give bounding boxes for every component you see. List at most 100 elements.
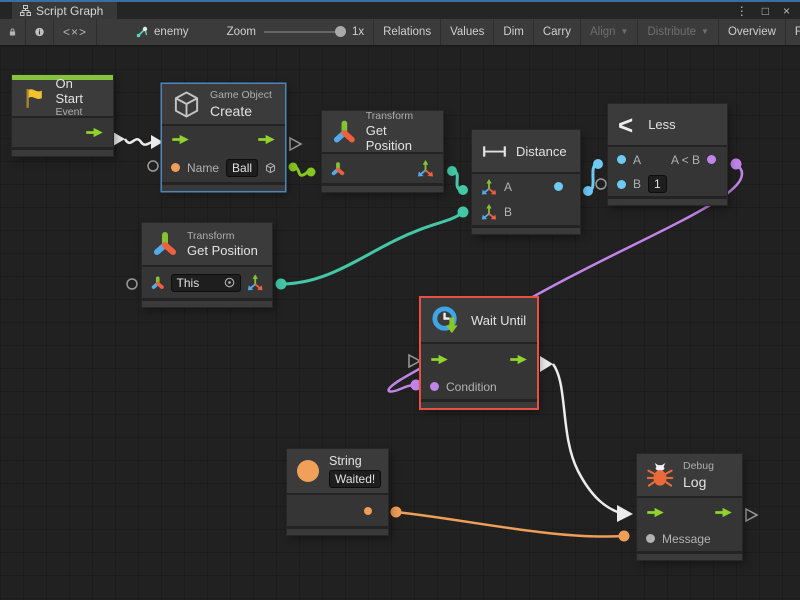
string-output-port[interactable]: [364, 507, 372, 515]
wire-flow-onstart-create[interactable]: [113, 132, 163, 149]
bool-output-port[interactable]: [707, 155, 716, 164]
empty-port-triangle[interactable]: [746, 509, 757, 521]
port-label: Message: [662, 532, 711, 546]
node-get-position-top[interactable]: Transform Get Position: [322, 111, 443, 192]
node-distance[interactable]: Distance A B: [472, 130, 580, 234]
transform-input-port[interactable]: [331, 162, 345, 176]
wire-object-create-getposition[interactable]: [289, 163, 316, 177]
empty-port-triangle[interactable]: [290, 138, 301, 150]
less-icon: <: [618, 112, 633, 138]
carry-button[interactable]: Carry: [534, 19, 581, 45]
vector3-input-port[interactable]: [481, 204, 497, 220]
wire-string-string-debuglog[interactable]: [391, 507, 630, 542]
info-icon: [35, 25, 44, 39]
menu-icon[interactable]: ⋮: [736, 4, 748, 18]
exec-output-port[interactable]: [509, 354, 528, 365]
graph-reference[interactable]: enemy: [125, 19, 198, 45]
exec-input-port[interactable]: [171, 134, 190, 145]
wire-flow-waituntil-debuglog[interactable]: [540, 356, 633, 522]
target-value-field[interactable]: This: [171, 274, 241, 292]
zoom-label: Zoom: [227, 26, 256, 38]
transform-icon: [152, 231, 178, 257]
node-footer: [637, 551, 742, 560]
port-label: Name: [187, 161, 219, 175]
vector3-input-port[interactable]: [481, 179, 497, 195]
code-view-button[interactable]: <×>: [54, 19, 97, 45]
dim-button[interactable]: Dim: [494, 19, 533, 45]
node-category: Transform: [366, 110, 433, 124]
info-button[interactable]: [26, 19, 54, 45]
object-picker-icon[interactable]: [224, 277, 235, 288]
overview-button[interactable]: Overview: [719, 19, 786, 45]
align-button[interactable]: Align▼: [581, 19, 639, 45]
tab-bar: Script Graph ⋮ □ ×: [0, 2, 800, 19]
distribute-button[interactable]: Distribute ▼: [638, 19, 719, 45]
dim-label: Dim: [503, 26, 523, 38]
empty-port-circle[interactable]: [596, 179, 606, 189]
overview-label: Overview: [728, 26, 776, 38]
transform-input-port[interactable]: [151, 276, 165, 290]
vector3-output-port[interactable]: [247, 274, 263, 291]
message-input-port[interactable]: [646, 534, 655, 543]
node-title: Get Position: [366, 123, 433, 153]
node-debug-log[interactable]: Debug Log Message: [637, 454, 742, 560]
chevron-down-icon: ▼: [701, 27, 709, 36]
node-footer: [421, 399, 537, 408]
zoom-slider[interactable]: [264, 31, 342, 33]
number-input-port[interactable]: [617, 180, 626, 189]
graph-canvas[interactable]: On Start Event Game Object Creat: [0, 46, 800, 600]
node-string-literal[interactable]: String Waited!: [287, 449, 388, 535]
cube-icon: [265, 160, 276, 176]
node-title: Create: [210, 103, 272, 119]
number-input-port[interactable]: [617, 155, 626, 164]
lock-button[interactable]: [0, 19, 26, 45]
vector3-output-port[interactable]: [417, 160, 434, 177]
node-footer: [287, 526, 388, 535]
empty-port-triangle[interactable]: [409, 355, 420, 367]
node-get-position-bottom[interactable]: Transform Get Position This: [142, 223, 272, 307]
maximize-icon[interactable]: □: [762, 4, 769, 18]
values-label: Values: [450, 26, 484, 38]
number-output-port[interactable]: [554, 182, 563, 191]
output-label: A < B: [671, 153, 700, 167]
node-less[interactable]: < Less A A < B B 1: [608, 104, 727, 205]
exec-output-port[interactable]: [257, 134, 276, 145]
empty-port-circle[interactable]: [127, 279, 137, 289]
tab-script-graph[interactable]: Script Graph: [12, 2, 117, 19]
wire-vector-getposition-distance-b[interactable]: [276, 207, 469, 290]
exec-output-port[interactable]: [714, 507, 733, 518]
zoom-value: 1x: [352, 26, 364, 38]
b-value-field[interactable]: 1: [648, 175, 667, 193]
carry-label: Carry: [543, 26, 571, 38]
values-button[interactable]: Values: [441, 19, 494, 45]
wire-vector-getposition-distance-a[interactable]: [447, 166, 468, 195]
port-label: Condition: [446, 380, 497, 394]
full-screen-button[interactable]: Full Screen: [786, 19, 800, 45]
script-graph-icon: [20, 5, 31, 16]
node-create-game-object[interactable]: Game Object Create Name Ball: [162, 84, 285, 191]
node-on-start[interactable]: On Start Event: [12, 75, 113, 156]
bool-input-port[interactable]: [430, 382, 439, 391]
string-input-port[interactable]: [171, 163, 180, 172]
node-footer: [142, 298, 272, 307]
tab-title: Script Graph: [36, 4, 103, 18]
node-footer: [12, 147, 113, 156]
node-wait-until[interactable]: Wait Until Condition: [421, 298, 537, 408]
zoom-slider-knob[interactable]: [335, 26, 346, 37]
close-icon[interactable]: ×: [783, 4, 790, 18]
align-label: Align: [590, 26, 616, 38]
string-value-field[interactable]: Waited!: [329, 470, 381, 488]
relations-button[interactable]: Relations: [373, 19, 441, 45]
exec-input-port[interactable]: [646, 507, 665, 518]
graph-icon: [134, 26, 148, 39]
exec-output-port[interactable]: [85, 127, 104, 138]
node-title: On Start: [56, 76, 103, 106]
code-icon: <×>: [63, 25, 87, 39]
name-value-field[interactable]: Ball: [226, 159, 258, 177]
empty-port-circle[interactable]: [148, 161, 158, 171]
wire-number-distance-less[interactable]: [583, 159, 603, 196]
distribute-label: Distribute: [647, 26, 696, 38]
exec-input-port[interactable]: [430, 354, 449, 365]
node-category: Transform: [187, 230, 258, 244]
string-icon: [297, 460, 319, 482]
